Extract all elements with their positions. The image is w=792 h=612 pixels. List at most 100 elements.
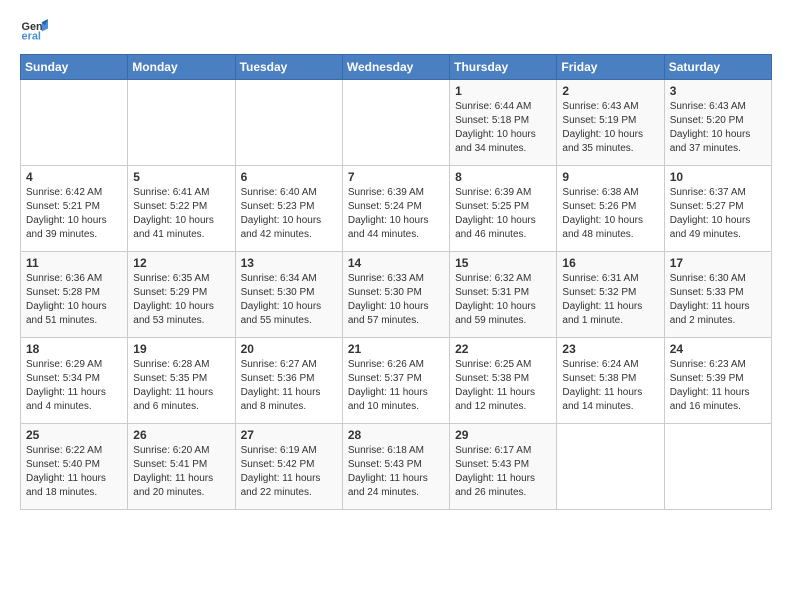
sunrise-text: Sunrise: 6:32 AM [455,273,531,284]
sunrise-text: Sunrise: 6:39 AM [455,187,531,198]
sunset-text: Sunset: 5:22 PM [133,201,207,212]
cell-content: Sunrise: 6:34 AM Sunset: 5:30 PM Dayligh… [241,272,337,328]
day-number: 16 [562,256,658,270]
sunrise-text: Sunrise: 6:29 AM [26,359,102,370]
daylight-text: Daylight: 10 hours and 59 minutes. [455,301,536,326]
calendar-table: SundayMondayTuesdayWednesdayThursdayFrid… [20,54,772,510]
sunset-text: Sunset: 5:19 PM [562,115,636,126]
daylight-text: Daylight: 10 hours and 53 minutes. [133,301,214,326]
sunrise-text: Sunrise: 6:41 AM [133,187,209,198]
day-number: 3 [670,84,766,98]
sunrise-text: Sunrise: 6:34 AM [241,273,317,284]
cell-content: Sunrise: 6:44 AM Sunset: 5:18 PM Dayligh… [455,100,551,156]
calendar-cell [128,80,235,166]
sunset-text: Sunset: 5:20 PM [670,115,744,126]
day-number: 29 [455,428,551,442]
calendar-cell: 20 Sunrise: 6:27 AM Sunset: 5:36 PM Dayl… [235,338,342,424]
calendar-cell [557,424,664,510]
cell-content: Sunrise: 6:28 AM Sunset: 5:35 PM Dayligh… [133,358,229,414]
weekday-header: Friday [557,55,664,80]
page-header: Gen eral [20,16,772,44]
calendar-cell: 5 Sunrise: 6:41 AM Sunset: 5:22 PM Dayli… [128,166,235,252]
weekday-header-row: SundayMondayTuesdayWednesdayThursdayFrid… [21,55,772,80]
day-number: 12 [133,256,229,270]
daylight-text: Daylight: 11 hours and 12 minutes. [455,387,535,412]
cell-content: Sunrise: 6:40 AM Sunset: 5:23 PM Dayligh… [241,186,337,242]
calendar-cell: 22 Sunrise: 6:25 AM Sunset: 5:38 PM Dayl… [450,338,557,424]
sunrise-text: Sunrise: 6:43 AM [670,101,746,112]
day-number: 7 [348,170,444,184]
calendar-cell [664,424,771,510]
calendar-cell: 23 Sunrise: 6:24 AM Sunset: 5:38 PM Dayl… [557,338,664,424]
day-number: 21 [348,342,444,356]
calendar-cell: 10 Sunrise: 6:37 AM Sunset: 5:27 PM Dayl… [664,166,771,252]
weekday-header: Saturday [664,55,771,80]
day-number: 26 [133,428,229,442]
daylight-text: Daylight: 10 hours and 42 minutes. [241,215,322,240]
daylight-text: Daylight: 11 hours and 2 minutes. [670,301,750,326]
day-number: 24 [670,342,766,356]
cell-content: Sunrise: 6:42 AM Sunset: 5:21 PM Dayligh… [26,186,122,242]
calendar-cell [342,80,449,166]
day-number: 18 [26,342,122,356]
sunset-text: Sunset: 5:24 PM [348,201,422,212]
daylight-text: Daylight: 11 hours and 4 minutes. [26,387,106,412]
sunrise-text: Sunrise: 6:20 AM [133,445,209,456]
calendar-cell [21,80,128,166]
sunset-text: Sunset: 5:26 PM [562,201,636,212]
sunset-text: Sunset: 5:42 PM [241,459,315,470]
sunrise-text: Sunrise: 6:23 AM [670,359,746,370]
daylight-text: Daylight: 11 hours and 26 minutes. [455,473,535,498]
daylight-text: Daylight: 11 hours and 16 minutes. [670,387,750,412]
cell-content: Sunrise: 6:29 AM Sunset: 5:34 PM Dayligh… [26,358,122,414]
day-number: 4 [26,170,122,184]
sunset-text: Sunset: 5:41 PM [133,459,207,470]
cell-content: Sunrise: 6:36 AM Sunset: 5:28 PM Dayligh… [26,272,122,328]
weekday-header: Wednesday [342,55,449,80]
calendar-cell: 12 Sunrise: 6:35 AM Sunset: 5:29 PM Dayl… [128,252,235,338]
sunrise-text: Sunrise: 6:22 AM [26,445,102,456]
daylight-text: Daylight: 10 hours and 46 minutes. [455,215,536,240]
day-number: 22 [455,342,551,356]
sunrise-text: Sunrise: 6:39 AM [348,187,424,198]
sunset-text: Sunset: 5:30 PM [241,287,315,298]
sunset-text: Sunset: 5:23 PM [241,201,315,212]
day-number: 23 [562,342,658,356]
logo-icon: Gen eral [20,16,48,44]
day-number: 10 [670,170,766,184]
day-number: 6 [241,170,337,184]
day-number: 14 [348,256,444,270]
daylight-text: Daylight: 10 hours and 37 minutes. [670,129,751,154]
day-number: 19 [133,342,229,356]
cell-content: Sunrise: 6:31 AM Sunset: 5:32 PM Dayligh… [562,272,658,328]
calendar-cell: 11 Sunrise: 6:36 AM Sunset: 5:28 PM Dayl… [21,252,128,338]
calendar-cell: 29 Sunrise: 6:17 AM Sunset: 5:43 PM Dayl… [450,424,557,510]
daylight-text: Daylight: 10 hours and 51 minutes. [26,301,107,326]
calendar-cell: 9 Sunrise: 6:38 AM Sunset: 5:26 PM Dayli… [557,166,664,252]
sunrise-text: Sunrise: 6:17 AM [455,445,531,456]
cell-content: Sunrise: 6:43 AM Sunset: 5:19 PM Dayligh… [562,100,658,156]
sunrise-text: Sunrise: 6:42 AM [26,187,102,198]
calendar-cell: 1 Sunrise: 6:44 AM Sunset: 5:18 PM Dayli… [450,80,557,166]
calendar-cell: 8 Sunrise: 6:39 AM Sunset: 5:25 PM Dayli… [450,166,557,252]
calendar-cell: 24 Sunrise: 6:23 AM Sunset: 5:39 PM Dayl… [664,338,771,424]
daylight-text: Daylight: 11 hours and 8 minutes. [241,387,321,412]
daylight-text: Daylight: 11 hours and 10 minutes. [348,387,428,412]
sunset-text: Sunset: 5:25 PM [455,201,529,212]
daylight-text: Daylight: 11 hours and 1 minute. [562,301,642,326]
sunset-text: Sunset: 5:36 PM [241,373,315,384]
day-number: 20 [241,342,337,356]
weekday-header: Sunday [21,55,128,80]
sunrise-text: Sunrise: 6:38 AM [562,187,638,198]
day-number: 9 [562,170,658,184]
sunset-text: Sunset: 5:35 PM [133,373,207,384]
day-number: 11 [26,256,122,270]
day-number: 13 [241,256,337,270]
cell-content: Sunrise: 6:19 AM Sunset: 5:42 PM Dayligh… [241,444,337,500]
daylight-text: Daylight: 10 hours and 41 minutes. [133,215,214,240]
calendar-cell: 6 Sunrise: 6:40 AM Sunset: 5:23 PM Dayli… [235,166,342,252]
calendar-cell: 4 Sunrise: 6:42 AM Sunset: 5:21 PM Dayli… [21,166,128,252]
sunrise-text: Sunrise: 6:43 AM [562,101,638,112]
daylight-text: Daylight: 11 hours and 22 minutes. [241,473,321,498]
sunset-text: Sunset: 5:43 PM [455,459,529,470]
